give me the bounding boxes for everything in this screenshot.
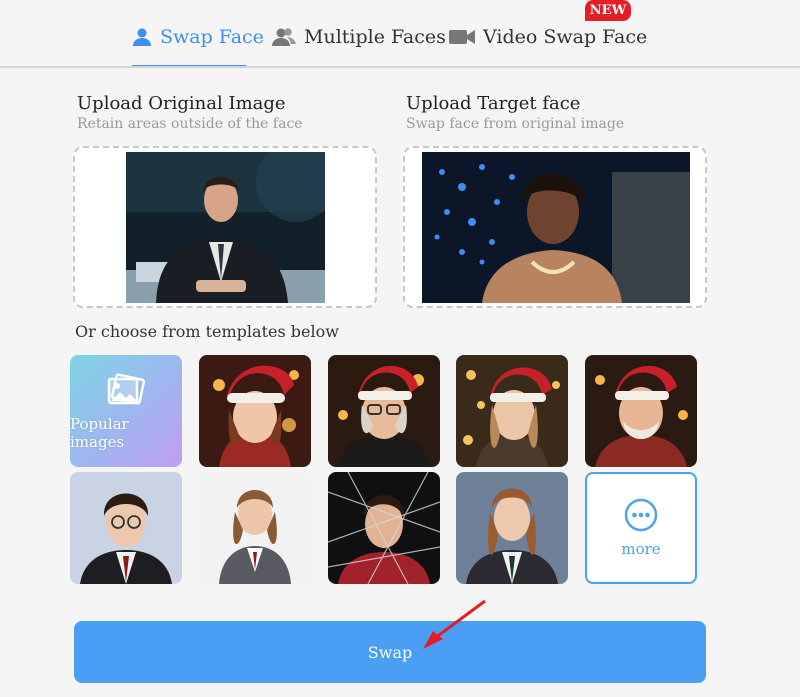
template-grandpa-santa-hat[interactable] [585, 355, 697, 467]
swap-button[interactable]: Swap [74, 621, 706, 683]
template-boy-school-uniform[interactable] [70, 472, 182, 584]
tab-video-swap-face[interactable]: Video Swap Face [449, 22, 647, 52]
more-templates-button[interactable]: more [585, 472, 697, 584]
popular-images-label: Popular images [70, 415, 129, 451]
upload-original-subtitle: Retain areas outside of the face [77, 116, 303, 132]
upload-target-dropzone[interactable] [403, 146, 707, 308]
tab-swap-face[interactable]: Swap Face [132, 22, 264, 52]
popular-images-tile[interactable]: Popular images [70, 355, 182, 467]
upload-original-title: Upload Original Image [77, 93, 286, 114]
user-icon [132, 27, 152, 47]
users-icon [272, 27, 296, 47]
original-image-preview [126, 152, 325, 303]
tab-bar: Swap Face Multiple Faces Video Swap Face… [0, 0, 800, 68]
template-girl-school-uniform[interactable] [199, 472, 311, 584]
upload-target-title: Upload Target face [406, 93, 581, 114]
swap-button-label: Swap [367, 642, 413, 662]
template-grandma-santa-hat[interactable] [328, 355, 440, 467]
upload-target-subtitle: Swap face from original image [406, 116, 625, 132]
template-girl-blazer[interactable] [456, 472, 568, 584]
more-label: more [621, 540, 661, 558]
video-camera-icon [449, 28, 475, 46]
upload-original-dropzone[interactable] [73, 146, 377, 308]
tab-label: Swap Face [160, 26, 264, 48]
tab-label: Multiple Faces [304, 26, 446, 48]
template-woman-santa-hat[interactable] [456, 355, 568, 467]
template-boy-web[interactable] [328, 472, 440, 584]
template-girl-santa-hat[interactable] [199, 355, 311, 467]
tab-multiple-faces[interactable]: Multiple Faces [272, 22, 446, 52]
tab-divider [0, 66, 800, 68]
tab-label: Video Swap Face [483, 26, 648, 48]
target-image-preview [422, 152, 690, 303]
images-icon [106, 371, 146, 411]
more-icon [624, 498, 658, 532]
arrow-annotation [423, 599, 486, 649]
templates-label: Or choose from templates below [75, 322, 339, 341]
new-badge: NEW [585, 0, 631, 21]
